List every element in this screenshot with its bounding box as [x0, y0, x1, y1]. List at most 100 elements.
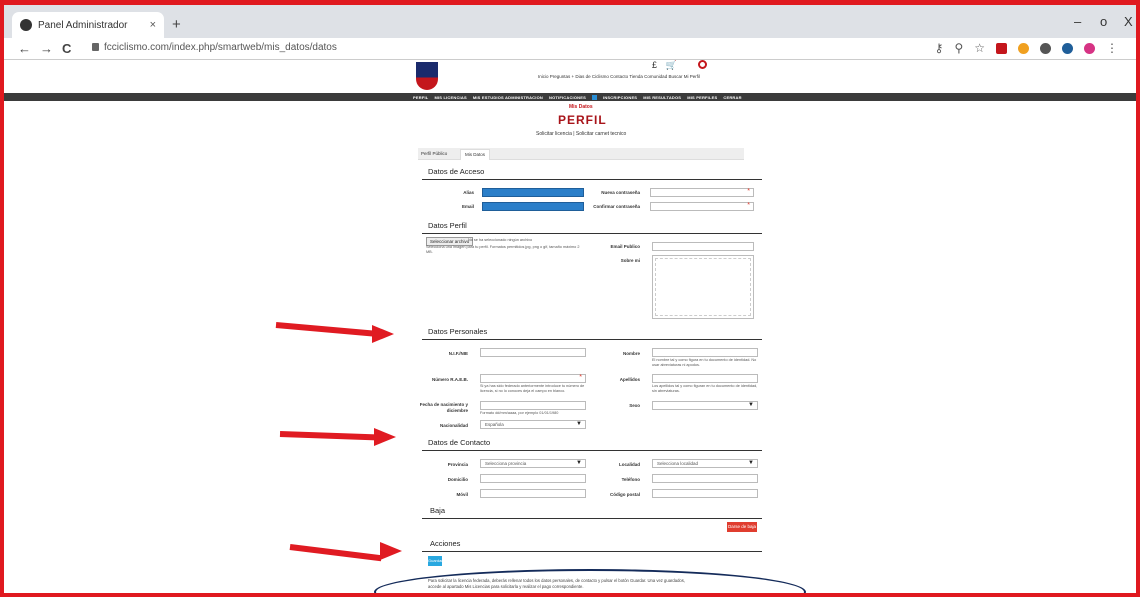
browser-toolbar: ← → C fcciclismo.com/index.php/smartweb/…: [4, 38, 1136, 60]
browser-tab[interactable]: Panel Administrador ×: [12, 12, 164, 38]
alias-field[interactable]: [482, 188, 584, 197]
section-title-acceso: Datos de Acceso: [428, 167, 485, 176]
tab-close-icon[interactable]: ×: [150, 19, 156, 31]
nav-item-inscripciones[interactable]: INSCRIPCIONES: [603, 95, 637, 100]
about-textarea[interactable]: [652, 255, 754, 319]
nombre-hint: El nombre tal y como figura en tu docume…: [652, 358, 757, 367]
extension-pdf-icon[interactable]: [996, 42, 1007, 54]
back-button[interactable]: ←: [18, 41, 31, 56]
header-icon-text[interactable]: £ 🛒: [652, 60, 680, 70]
arrow-head: [374, 428, 396, 446]
provincia-value: Selecciona provincia: [485, 461, 527, 466]
section-divider: [422, 179, 762, 180]
provincia-select[interactable]: Selecciona provincia ▼: [480, 459, 586, 468]
email-field[interactable]: [482, 202, 584, 211]
chevron-down-icon: ▼: [576, 460, 582, 466]
site-favicon-icon: [20, 19, 32, 31]
profile-action-links[interactable]: Solicitar licencia | Solicitar carnet te…: [536, 131, 626, 137]
arrow-shaft: [289, 544, 382, 562]
new-tab-button[interactable]: +: [172, 16, 181, 33]
section-title-baja: Baja: [430, 506, 446, 515]
public-email-label: Email Publico: [610, 244, 640, 249]
public-email-field[interactable]: [652, 242, 754, 251]
section-title-personales: Datos Personales: [428, 327, 488, 336]
tab-perfil-publico[interactable]: Perfil Público: [421, 151, 447, 156]
apellidos-label: Apellidos: [619, 377, 640, 382]
chevron-down-icon: ▼: [748, 402, 754, 408]
required-icon: *: [579, 374, 582, 381]
maximize-button[interactable]: o: [1100, 14, 1107, 29]
telefono-label: Teléfono: [621, 477, 640, 482]
cp-field[interactable]: [652, 489, 758, 498]
file-status-text: No se ha seleccionado ningún archivo: [468, 238, 533, 242]
fecha-field[interactable]: [480, 401, 586, 410]
bookmark-star-icon[interactable]: ☆: [974, 41, 985, 55]
confirm-password-label: Confirmar contraseña: [593, 204, 640, 209]
section-title-perfil: Datos Perfil: [428, 221, 467, 230]
zoom-icon[interactable]: ⚲: [954, 41, 963, 55]
numero-field[interactable]: *: [480, 374, 586, 383]
sexo-label: Sexo: [629, 403, 640, 408]
browser-tab-bar: Panel Administrador × + – o X: [4, 5, 1136, 38]
new-password-field[interactable]: *: [650, 188, 754, 197]
domicilio-field[interactable]: [480, 474, 586, 483]
domicilio-label: Domicilio: [447, 477, 468, 482]
localidad-value: Selecciona localidad: [657, 461, 699, 466]
highlight-ellipse: [374, 569, 806, 597]
close-window-button[interactable]: X: [1124, 14, 1133, 29]
nacionalidad-select[interactable]: Española ▼: [480, 420, 586, 429]
section-title-contacto: Datos de Contacto: [428, 438, 491, 447]
tab-mis-datos[interactable]: Mis Datos: [460, 149, 491, 160]
apellidos-field[interactable]: [652, 374, 758, 383]
required-icon: *: [747, 202, 750, 209]
nav-item-perfil[interactable]: PERFIL: [413, 95, 428, 100]
nif-field[interactable]: [480, 348, 586, 357]
header-top-links[interactable]: Inicio Preguntas + Dias de Ciclismo Cont…: [538, 74, 700, 79]
forward-button[interactable]: →: [40, 41, 53, 56]
url-text: fcciclismo.com/index.php/smartweb/mis_da…: [104, 42, 337, 53]
user-icon[interactable]: [697, 60, 707, 69]
movil-field[interactable]: [480, 489, 586, 498]
page-title: PERFIL: [558, 113, 607, 127]
sexo-select[interactable]: ▼: [652, 401, 758, 410]
nacionalidad-value: Española: [485, 422, 504, 427]
apellidos-hint: Los apellidos tal y como figuran en tu d…: [652, 384, 758, 393]
localidad-label: Localidad: [618, 462, 640, 467]
movil-label: Móvil: [456, 492, 468, 497]
section-divider: [422, 233, 762, 234]
nav-item-notificaciones[interactable]: NOTIFICACIONES: [549, 95, 586, 100]
telefono-field[interactable]: [652, 474, 758, 483]
nav-item-estudios[interactable]: MIS ESTUDIOS ADMINISTRACION: [473, 95, 543, 100]
browser-menu-icon[interactable]: ⋮: [1106, 41, 1118, 55]
extension-key-icon[interactable]: [1018, 42, 1029, 54]
save-button[interactable]: Guardar: [428, 556, 443, 566]
chevron-down-icon: ▼: [748, 460, 754, 466]
numero-label: Número R.A.E.B.: [431, 377, 468, 382]
nav-item-resultados[interactable]: MIS RESULTADOS: [643, 95, 681, 100]
profile-avatar[interactable]: [1084, 42, 1095, 54]
confirm-password-field[interactable]: *: [650, 202, 754, 211]
red-screenshot-border: [0, 0, 1140, 597]
main-nav-items: PERFIL MIS LICENCIAS MIS ESTUDIOS ADMINI…: [413, 93, 742, 101]
unsubscribe-button[interactable]: Darse de baja: [727, 522, 757, 532]
federation-logo[interactable]: [416, 62, 438, 90]
nombre-field[interactable]: [652, 348, 758, 357]
extension-check-icon[interactable]: [1062, 42, 1073, 54]
lock-icon: [92, 43, 99, 51]
fecha-hint: Formato dd/mm/aaaa, por ejemplo 01/01/19…: [480, 411, 559, 415]
localidad-select[interactable]: Selecciona localidad ▼: [652, 459, 758, 468]
address-bar[interactable]: fcciclismo.com/index.php/smartweb/mis_da…: [92, 42, 337, 53]
nav-item-perfiles[interactable]: MIS PERFILES: [687, 95, 717, 100]
arrow-shaft: [279, 431, 377, 441]
extension-circle-icon[interactable]: [1040, 42, 1051, 54]
key-icon[interactable]: ⚷: [935, 41, 944, 55]
arrow-head: [372, 325, 394, 343]
nombre-label: Nombre: [622, 351, 640, 356]
nav-item-licencias[interactable]: MIS LICENCIAS: [434, 95, 466, 100]
minimize-button[interactable]: –: [1074, 14, 1081, 29]
alias-label: Alias: [463, 190, 474, 195]
nav-item-cerrar[interactable]: CERRAR: [723, 95, 741, 100]
reload-button[interactable]: C: [62, 41, 71, 56]
section-divider: [422, 339, 762, 340]
nif-label: N.I.F./NIE: [448, 351, 468, 356]
